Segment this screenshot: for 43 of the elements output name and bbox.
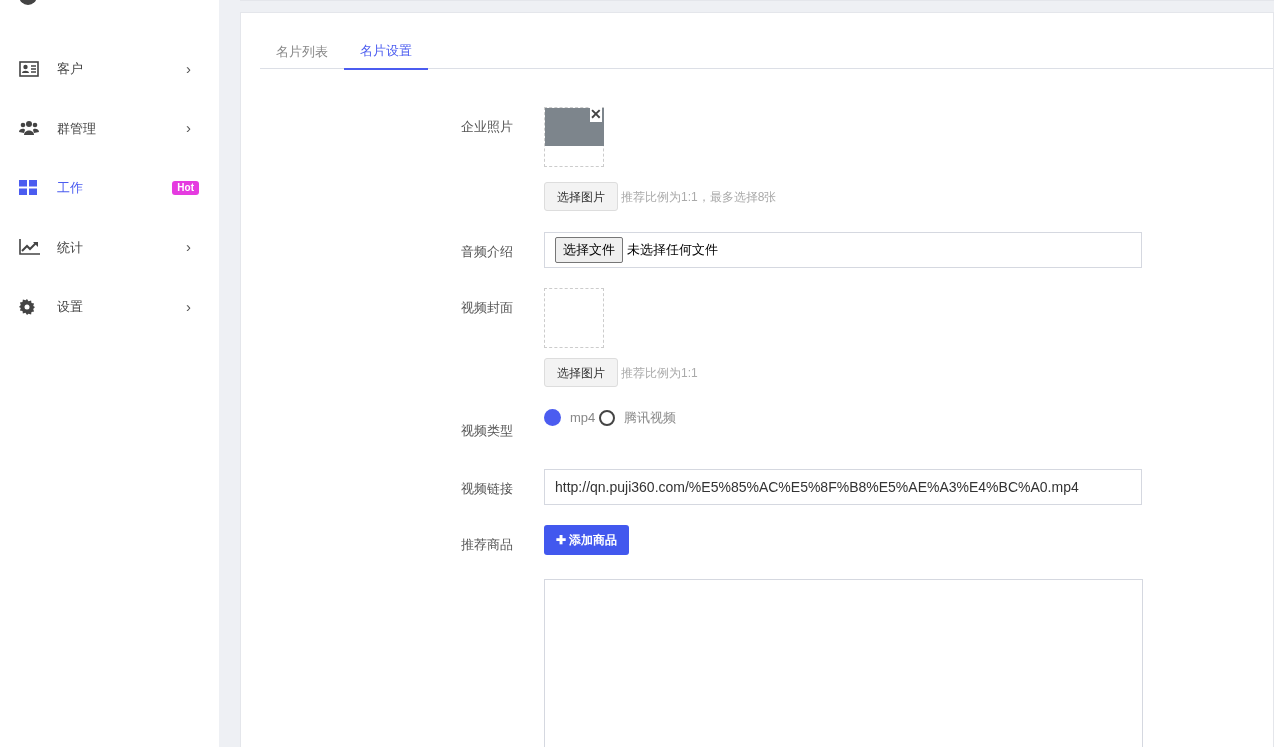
field-label: 音频介绍: [461, 243, 514, 261]
sidebar-label: 设置: [57, 298, 84, 316]
sidebar-item[interactable]: 统计 ›: [0, 217, 219, 277]
radio-button[interactable]: [599, 409, 616, 426]
sidebar-item[interactable]: 客户 ›: [0, 39, 219, 99]
settings-icon: [19, 298, 35, 315]
chevron-icon: ›: [186, 236, 191, 259]
video-link-field[interactable]: http://qn.puji360.com/%E5%85%AC%E5%8F%B8%E5%AE%A3%E4%BC%A0.mp4: [544, 468, 1142, 505]
chevron-icon: ›: [186, 117, 191, 140]
hint-text: 推荐比例为1:1: [621, 364, 698, 382]
field-label: 视频封面: [461, 299, 514, 317]
radio-label: 腾讯视频: [624, 409, 677, 427]
sidebar-item[interactable]: 工作 Hot: [0, 158, 219, 218]
hint-text: 推荐比例为1:1，最多选择8张: [621, 188, 777, 206]
tab[interactable]: 名片设置: [344, 33, 428, 70]
contact-card-icon: [19, 60, 39, 77]
sidebar-label: 群管理: [57, 119, 97, 138]
chevron-icon: ›: [186, 57, 191, 80]
radio-label: mp4: [570, 409, 596, 427]
line-chart-icon: [19, 239, 40, 256]
chevron-icon: ›: [186, 295, 191, 318]
hot-badge: Hot: [172, 180, 199, 195]
add-product-button[interactable]: ✚ 添加商品: [544, 524, 630, 555]
file-status-text: 未选择任何文件: [627, 241, 718, 260]
sidebar-item[interactable]: 设置 ›: [0, 277, 219, 337]
sidebar-label: 工作: [57, 179, 84, 197]
radio-button[interactable]: [544, 409, 561, 427]
grid-icon: [19, 180, 37, 196]
close-icon[interactable]: ✕: [590, 106, 602, 122]
select-image-button[interactable]: 选择图片: [544, 358, 618, 387]
select-image-button[interactable]: 选择图片: [544, 182, 618, 211]
file-input[interactable]: 选择文件 未选择任何文件: [544, 232, 1142, 268]
field-label: 推荐商品: [461, 535, 514, 554]
photo-placeholder: [545, 108, 604, 146]
field-label: 视频链接: [461, 479, 514, 498]
sidebar-label: 统计: [57, 238, 84, 257]
users-icon: [19, 120, 39, 137]
sidebar-item[interactable]: 群管理 ›: [0, 98, 219, 158]
tab[interactable]: 名片列表: [260, 33, 344, 70]
field-label: 企业照片: [461, 118, 514, 136]
sidebar-label: 客户: [57, 60, 84, 78]
choose-file-button[interactable]: 选择文件: [555, 237, 623, 263]
field-label: 视频类型: [461, 422, 514, 440]
